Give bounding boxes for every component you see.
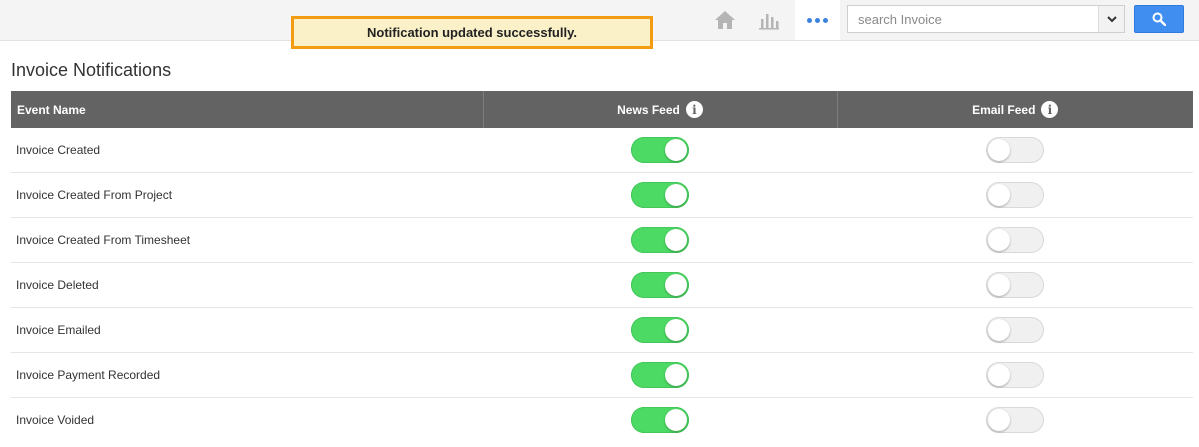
event-name: Invoice Created From Timesheet [11,217,483,263]
email-feed-cell [837,307,1193,353]
email-feed-cell [837,128,1193,173]
event-name: Invoice Voided [16,413,95,427]
email-feed-cell [837,172,1193,218]
notifications-table: Event Name News Feed i Email Feed i Invo… [11,91,1193,442]
column-header-event-name: Event Name [11,91,484,128]
email-feed-toggle[interactable] [986,362,1044,388]
email-feed-toggle[interactable] [986,137,1044,163]
more-icon [807,17,828,23]
email-feed-cell [837,352,1193,398]
email-feed-cell [837,217,1193,263]
search-dropdown-toggle[interactable] [1098,6,1124,32]
news-feed-cell [483,398,837,443]
news-feed-toggle[interactable] [631,407,689,433]
email-feed-cell [837,262,1193,308]
column-header-email-feed: Email Feed i [837,91,1193,128]
event-name: Invoice Emailed [11,307,483,353]
table-row: Invoice Payment Recorded [11,352,1193,398]
table-row: Invoice Voided [11,398,1193,443]
table-row: Invoice Created From Project [11,172,1193,218]
search-box [847,5,1125,33]
toggle-knob [988,184,1010,206]
email-feed-toggle[interactable] [986,182,1044,208]
toggle-knob [665,409,687,431]
notification-message: Notification updated successfully. [367,25,577,40]
bar-chart-icon [759,14,779,30]
news-feed-toggle[interactable] [631,137,689,163]
info-icon[interactable]: i [685,101,703,118]
success-notification: Notification updated successfully. [291,16,653,49]
search-icon [1152,12,1166,26]
event-name: Invoice Created From Project [11,172,483,218]
news-feed-toggle[interactable] [631,317,689,343]
news-feed-cell [483,128,837,173]
toggle-knob [988,364,1010,386]
news-feed-cell [483,307,837,353]
reports-button[interactable] [752,0,786,40]
news-feed-toggle[interactable] [631,272,689,298]
toggle-knob [988,409,1010,431]
table-row: Invoice Created [11,128,1193,173]
news-feed-toggle[interactable] [631,227,689,253]
event-name: Invoice Created [11,128,483,173]
email-feed-cell [837,398,1193,443]
column-header-email-feed-label: Email Feed [972,102,1036,117]
chevron-down-icon [1106,16,1117,23]
toggle-knob [988,229,1010,251]
toggle-knob [665,319,687,341]
toggle-knob [988,274,1010,296]
event-name: Invoice Payment Recorded [11,352,483,398]
news-feed-cell [483,262,837,308]
table-header-row: Event Name News Feed i Email Feed i [11,91,1193,128]
event-name: Invoice Deleted [11,262,483,308]
toggle-knob [665,229,687,251]
table-row: Invoice Created From Timesheet [11,217,1193,263]
more-button[interactable] [795,0,840,40]
news-feed-cell [483,352,837,398]
email-feed-toggle[interactable] [986,317,1044,343]
info-icon[interactable]: i [1041,101,1059,118]
search-input[interactable] [848,6,1100,32]
column-header-news-feed-label: News Feed [617,102,680,117]
email-feed-toggle[interactable] [986,227,1044,253]
toggle-knob [665,364,687,386]
column-header-news-feed: News Feed i [483,91,838,128]
email-feed-toggle[interactable] [986,407,1044,433]
toggle-knob [988,139,1010,161]
news-feed-toggle[interactable] [631,362,689,388]
toggle-knob [665,274,687,296]
page-title: Invoice Notifications [11,60,172,80]
toggle-knob [988,319,1010,341]
home-icon [715,11,735,29]
table-row: Invoice Emailed [11,307,1193,353]
search-button[interactable] [1134,5,1184,33]
toggle-knob [665,184,687,206]
news-feed-toggle[interactable] [631,182,689,208]
email-feed-toggle[interactable] [986,272,1044,298]
home-button[interactable] [708,0,742,40]
news-feed-cell [483,217,837,263]
toggle-knob [665,139,687,161]
news-feed-cell [483,172,837,218]
table-row: Invoice Deleted [11,262,1193,308]
